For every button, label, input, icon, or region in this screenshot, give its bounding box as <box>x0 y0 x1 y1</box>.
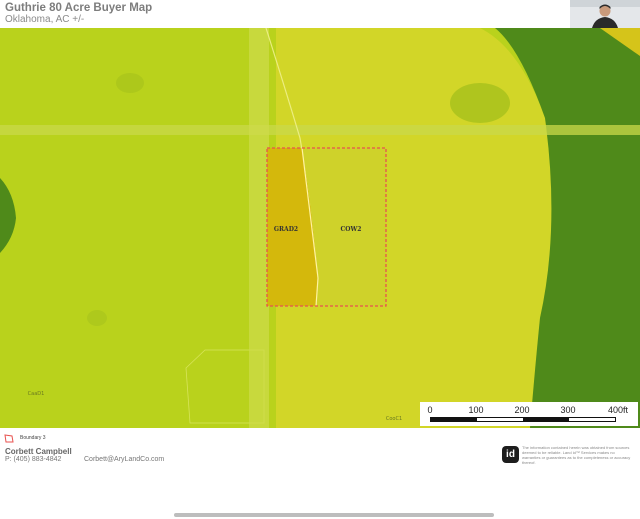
scale-bar-graphic <box>430 417 616 422</box>
horizontal-scrollbar[interactable] <box>174 513 494 517</box>
soil-label-caad1: CaaD1 <box>28 391 45 397</box>
scale-bar: 0 100 200 300 400ft <box>420 402 638 426</box>
agent-name: Corbett Campbell <box>5 447 72 456</box>
scale-tick-200: 200 <box>514 405 530 415</box>
legend-label-boundary: Boundary 3 <box>20 435 46 441</box>
scale-tick-300: 300 <box>560 405 576 415</box>
soil-label-grad2: GRAD2 <box>274 226 298 233</box>
soil-map[interactable]: GRAD2 COW2 CaaD1 CooC1 <box>0 28 640 428</box>
scale-tick-400ft: 400ft <box>607 405 629 415</box>
agent-avatar <box>570 0 640 28</box>
soil-label-cooc1: CooC1 <box>386 416 402 422</box>
soil-label-cow2: COW2 <box>341 226 362 233</box>
map-subtitle: Oklahoma, AC +/- <box>5 14 85 25</box>
soil-map-canvas: GRAD2 COW2 CaaD1 CooC1 <box>0 28 640 428</box>
agent-email[interactable]: Corbett@AryLandCo.com <box>84 456 164 463</box>
scale-tick-0: 0 <box>427 405 433 415</box>
map-title: Guthrie 80 Acre Buyer Map <box>5 2 153 14</box>
agent-phone[interactable]: P: (405) 883-4842 <box>5 456 61 463</box>
scale-tick-100: 100 <box>468 405 484 415</box>
boundary-swatch-icon <box>4 434 14 443</box>
land-id-logo: id <box>502 446 519 463</box>
map-header: Guthrie 80 Acre Buyer Map Oklahoma, AC +… <box>0 0 640 28</box>
disclaimer-text: The information contained herein was obt… <box>522 445 631 465</box>
